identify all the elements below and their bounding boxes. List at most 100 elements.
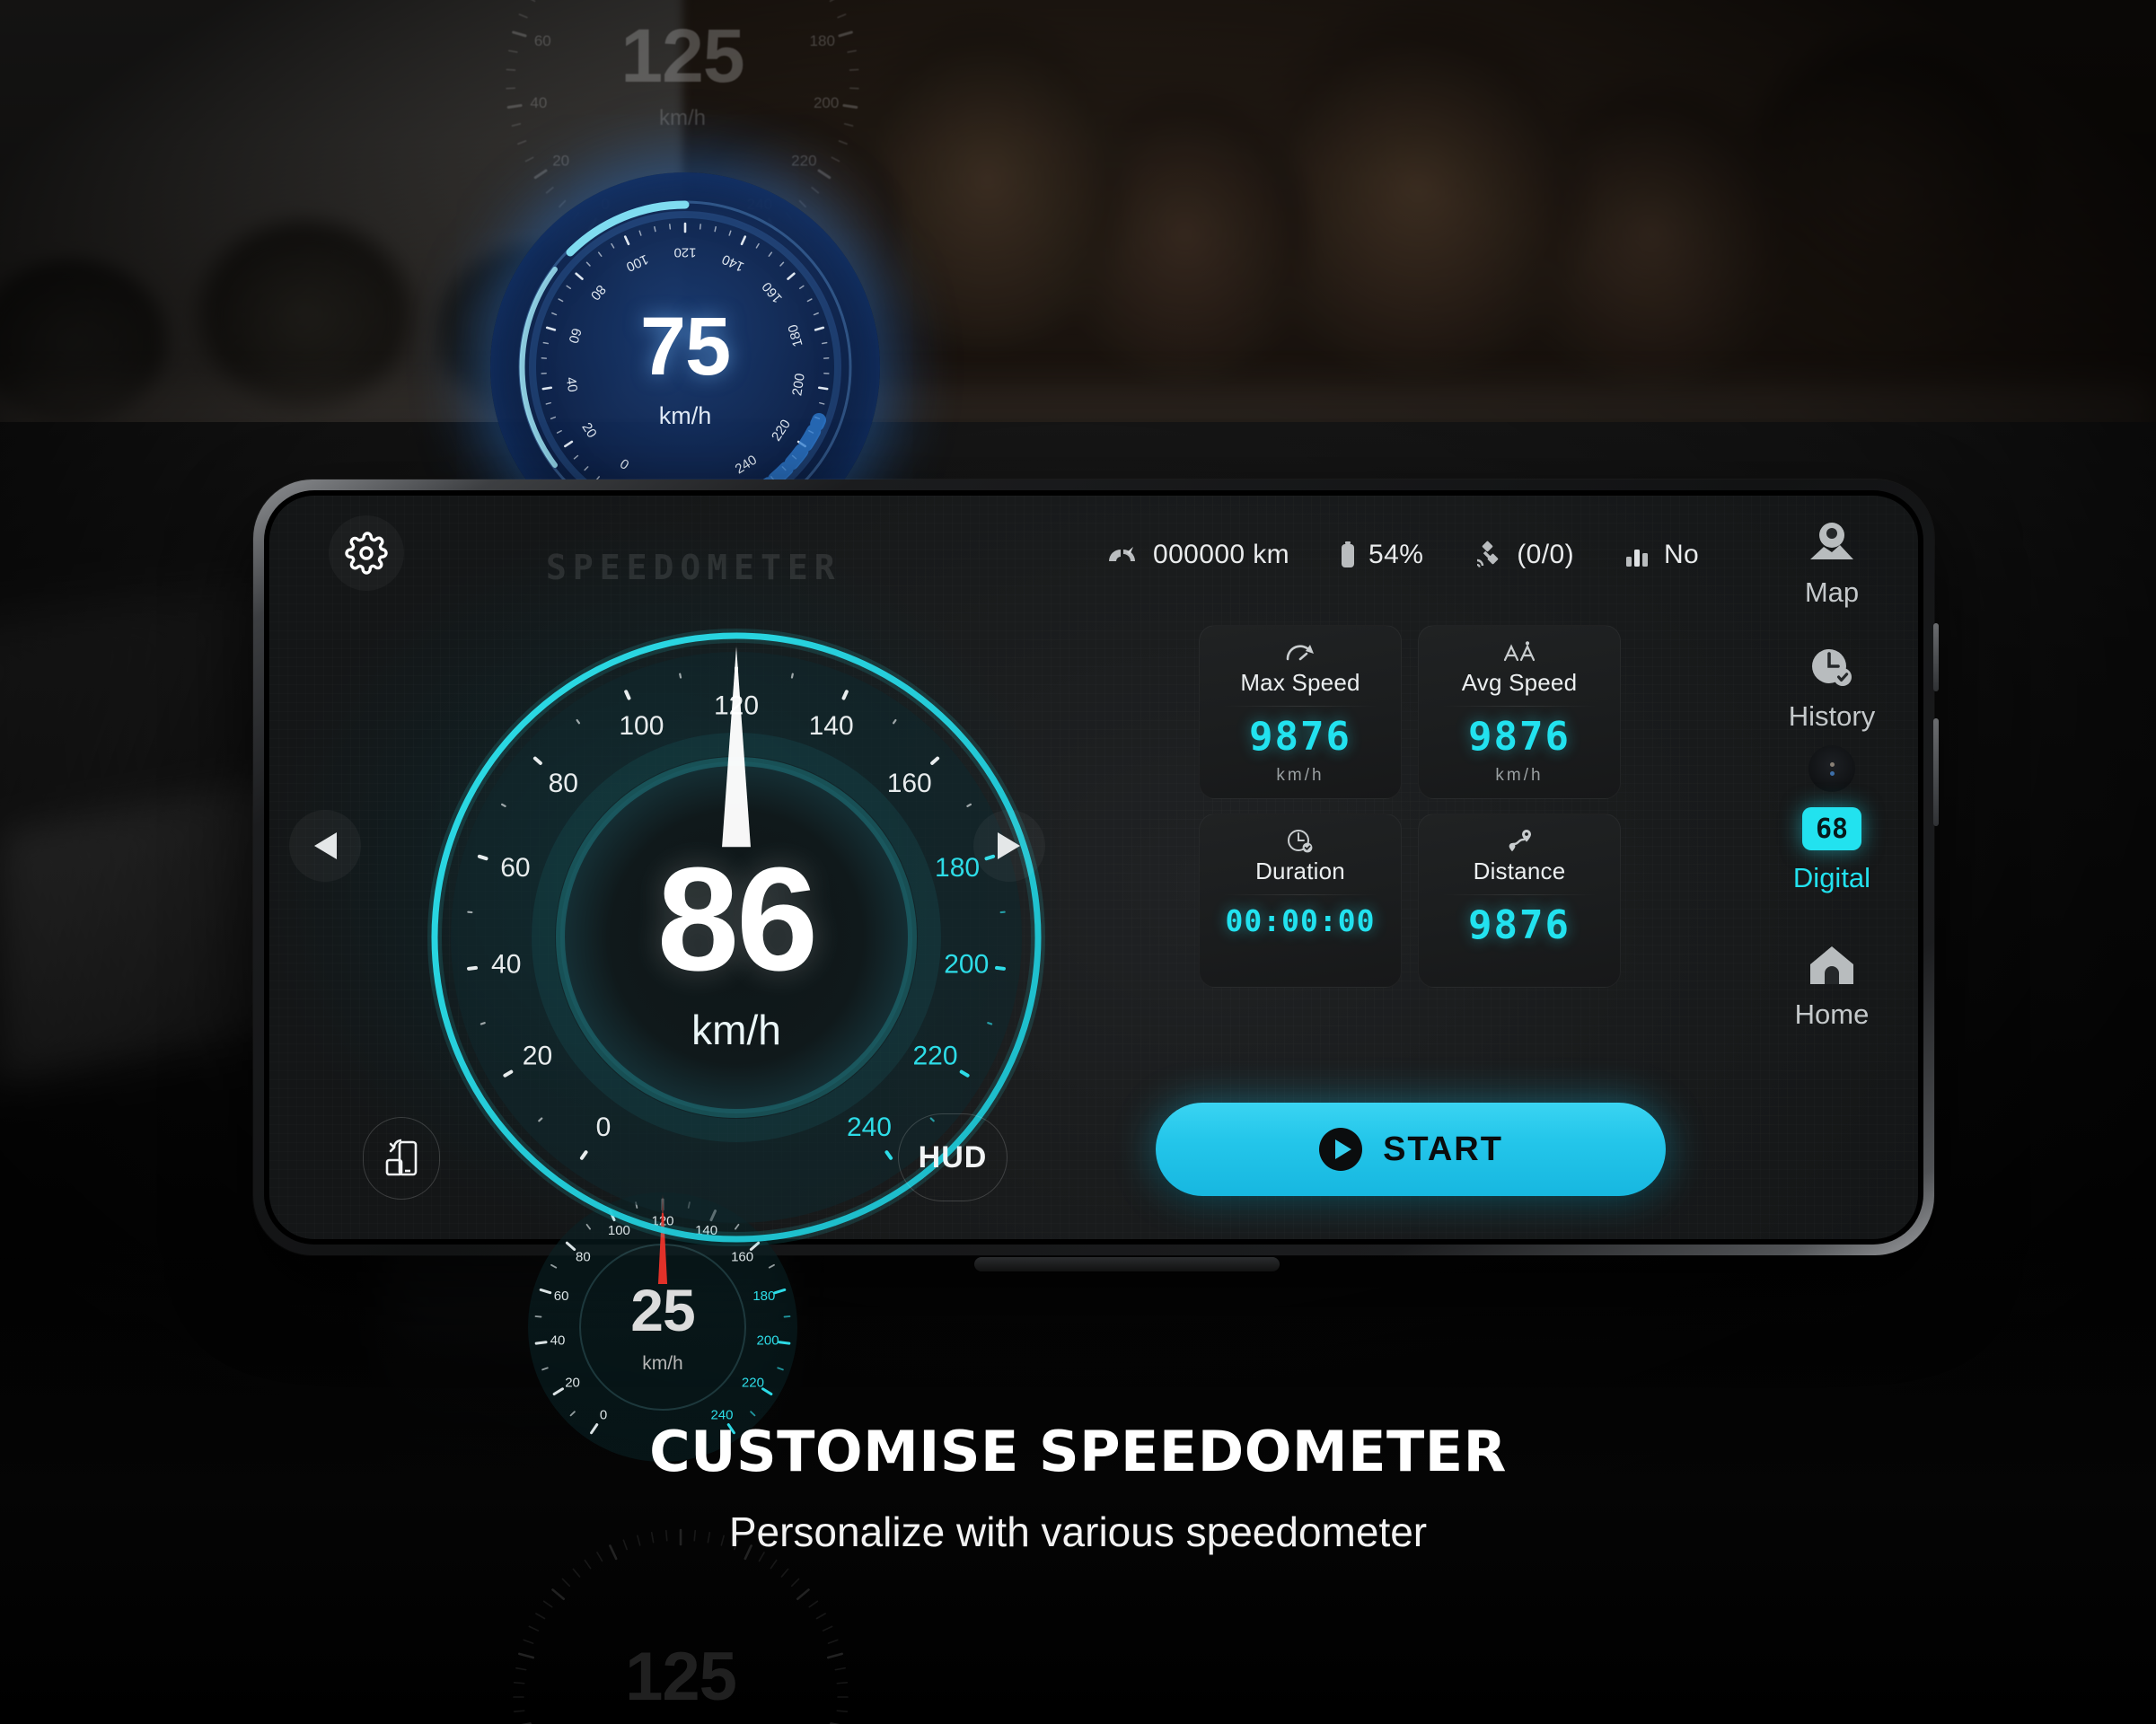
satellite-value: (0/0) [1517, 540, 1574, 569]
signal-bars-icon [1625, 550, 1648, 567]
status-bar: 000000 km 54% (0/0) No [1106, 533, 1699, 576]
power-button[interactable] [1933, 623, 1939, 691]
svg-text:0: 0 [617, 456, 631, 473]
distance-route-icon [1428, 827, 1611, 854]
previous-theme-button[interactable] [289, 810, 361, 882]
gauge-blue-value: 75 [639, 301, 731, 392]
sidebar-item-history[interactable]: History [1760, 639, 1904, 733]
home-icon [1760, 937, 1904, 993]
svg-text:80: 80 [549, 769, 578, 798]
gauge-faint-value: 125 [625, 1639, 737, 1715]
caption-subtitle: Personalize with various speedometer [728, 1508, 1428, 1555]
card-value: 9876 [1468, 714, 1571, 760]
gauge-bottom-unit: km/h [642, 1353, 683, 1374]
card-divider [1223, 706, 1377, 707]
avg-speed-icon [1428, 638, 1611, 665]
svg-text:220: 220 [791, 153, 816, 170]
svg-text:160: 160 [887, 769, 932, 798]
svg-text:20: 20 [552, 153, 569, 170]
svg-text:240: 240 [847, 1113, 892, 1142]
signal-stat: No [1624, 540, 1699, 570]
svg-text:0: 0 [596, 1113, 612, 1142]
duration-clock-icon [1209, 827, 1392, 854]
side-nav: Map History 68 Digital Home [1760, 515, 1904, 1234]
svg-text:160: 160 [759, 279, 785, 306]
svg-text:100: 100 [624, 251, 651, 275]
signal-value: No [1663, 540, 1700, 569]
card-title: Max Speed [1240, 669, 1360, 696]
card-title: Avg Speed [1461, 669, 1578, 696]
hud-button[interactable]: HUD [898, 1113, 1008, 1201]
main-gauge-value: 86 [656, 837, 818, 1001]
card-avg-speed[interactable]: Avg Speed 9876 km/h [1418, 625, 1621, 799]
card-value: 9876 [1468, 902, 1571, 948]
card-divider [1223, 894, 1377, 895]
svg-text:240: 240 [733, 453, 760, 478]
sidebar-label-home: Home [1794, 998, 1870, 1030]
odometer-icon [1109, 547, 1135, 561]
digital-badge-value: 68 [1802, 807, 1861, 850]
settings-button[interactable] [329, 515, 404, 591]
svg-text:80: 80 [587, 282, 609, 303]
sidebar-label-digital: Digital [1792, 862, 1871, 893]
hud-label: HUD [918, 1139, 988, 1174]
card-title: Duration [1255, 858, 1345, 884]
svg-text:20: 20 [565, 1375, 580, 1390]
card-divider [1442, 894, 1597, 895]
card-distance[interactable]: Distance 9876 km/h [1418, 814, 1621, 988]
odometer-stat: 000000 km [1106, 540, 1289, 570]
card-unit: km/h [1276, 766, 1324, 785]
volume-button[interactable] [1933, 718, 1939, 826]
dot-2 [1829, 770, 1835, 776]
sidebar-label-map: Map [1804, 576, 1860, 608]
satellite-stat: (0/0) [1474, 540, 1574, 570]
start-label: START [1383, 1130, 1503, 1168]
main-gauge-unit: km/h [691, 1007, 781, 1053]
rotate-screen-icon [385, 1139, 418, 1176]
play-icon [1319, 1128, 1363, 1171]
svg-text:220: 220 [742, 1375, 764, 1390]
gear-icon [345, 532, 388, 575]
card-duration[interactable]: Duration 00:00:00 km/h [1199, 814, 1402, 988]
svg-text:120: 120 [673, 245, 696, 260]
phone-bottom-bar [974, 1257, 1280, 1271]
svg-text:100: 100 [619, 711, 664, 741]
card-unit: km/h [1495, 766, 1544, 785]
start-button[interactable]: START [1156, 1103, 1666, 1196]
gauge-blue-unit: km/h [658, 402, 712, 429]
sidebar-item-digital[interactable]: 68 Digital [1760, 801, 1904, 894]
battery-value: 54% [1368, 540, 1424, 569]
gauge-top-unit: km/h [658, 106, 706, 130]
odometer-value: 000000 km [1153, 540, 1290, 569]
sidebar-item-map[interactable]: Map [1760, 515, 1904, 609]
caption-title: CUSTOMISE SPEEDOMETER [649, 1419, 1507, 1484]
caption-block: CUSTOMISE SPEEDOMETER Personalize with v… [0, 1419, 2156, 1556]
card-value: 00:00:00 [1225, 903, 1376, 938]
rotate-screen-button[interactable] [363, 1117, 440, 1200]
card-divider [1442, 706, 1597, 707]
sidebar-item-home[interactable]: Home [1760, 937, 1904, 1031]
satellite-icon [1477, 541, 1499, 567]
svg-text:80: 80 [576, 1250, 591, 1265]
arrow-right-icon [998, 832, 1020, 859]
max-speed-icon [1209, 638, 1392, 665]
battery-stat: 54% [1340, 540, 1423, 570]
dot-1 [1829, 761, 1835, 767]
card-value: 9876 [1249, 714, 1351, 760]
gauge-top-value: 125 [620, 13, 744, 98]
gauge-bottom-value: 25 [630, 1277, 695, 1343]
sidebar-label-history: History [1788, 700, 1876, 732]
history-clock-icon [1760, 639, 1904, 695]
map-pin-icon [1760, 515, 1904, 571]
more-options-dots[interactable] [1808, 745, 1855, 792]
next-theme-button[interactable] [973, 810, 1045, 882]
svg-text:140: 140 [719, 251, 746, 275]
svg-text:140: 140 [809, 711, 854, 741]
screenshot-root: 020406080100120140160180200220240 125 km… [0, 0, 2156, 1724]
stats-grid: Max Speed 9876 km/h Avg Speed 9876 km/h [1199, 625, 1621, 988]
card-max-speed[interactable]: Max Speed 9876 km/h [1199, 625, 1402, 799]
battery-icon [1342, 541, 1355, 567]
arrow-left-icon [314, 832, 337, 859]
svg-text:160: 160 [731, 1250, 753, 1265]
app-wordmark: SPEEDOMETER [546, 548, 841, 587]
